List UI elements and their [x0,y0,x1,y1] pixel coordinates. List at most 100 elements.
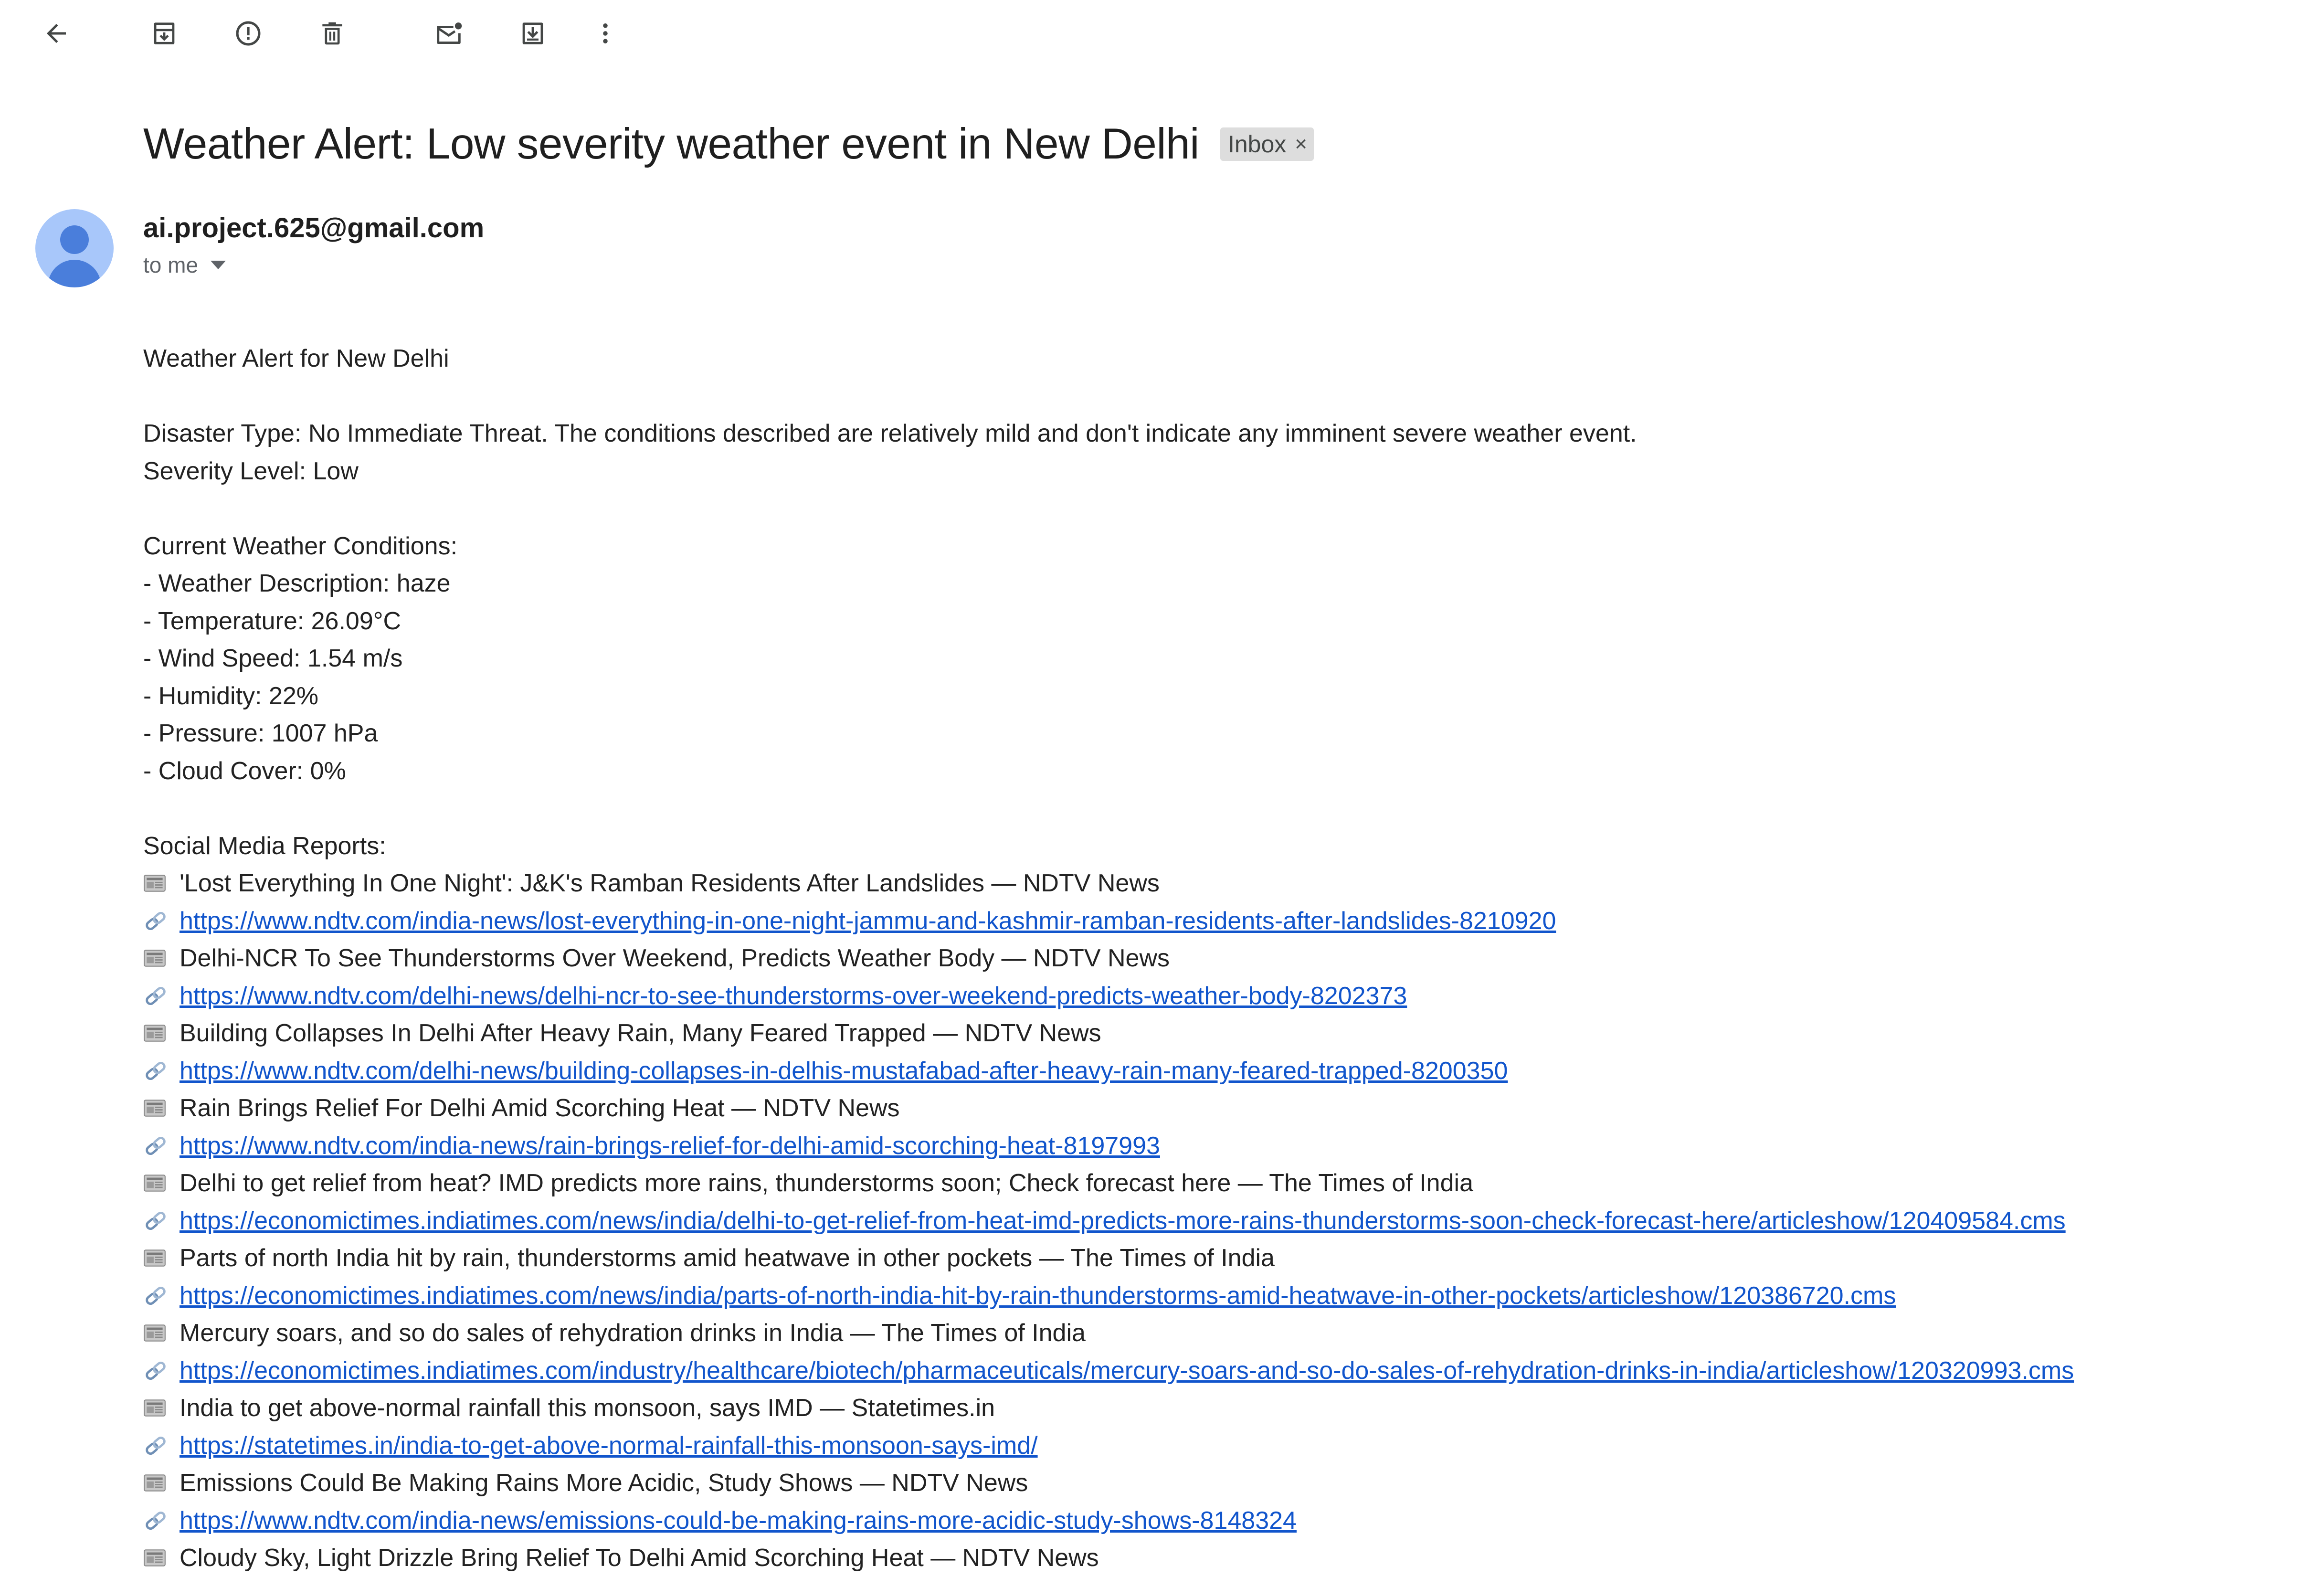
news-link[interactable]: https://www.ndtv.com/india-news/emission… [180,1502,1297,1540]
news-link[interactable]: https://www.ndtv.com/delhi-news/building… [180,1052,1508,1090]
archive-icon [154,22,175,44]
link-emoji [143,1202,174,1240]
newspaper-emoji [143,1539,174,1577]
news-link-row: https://www.ndtv.com/india-news/lost-eve… [143,902,2292,940]
more-options-icon [603,23,608,43]
news-link[interactable]: https://www.ndtv.com/india-news/rain-bri… [180,1127,1160,1165]
condition-pressure: - Pressure: 1007 hPa [143,720,378,747]
news-link-row: https://economictimes.indiatimes.com/ind… [143,1352,2292,1390]
news-link-row: https://economictimes.indiatimes.com/new… [143,1202,2292,1240]
news-headline: Emissions Could Be Making Rains More Aci… [180,1469,1028,1497]
news-headline-row: Cloudy Sky, Light Drizzle Bring Relief T… [143,1539,2292,1577]
link-emoji [143,902,174,940]
back-arrow-icon [47,24,66,43]
news-link-row: https://statetimes.in/india-to-get-above… [143,1427,2292,1465]
back-button[interactable] [34,11,78,55]
link-icon [146,1511,166,1530]
conditions-header: Current Weather Conditions: [143,532,458,560]
delete-icon [322,22,342,45]
alert-heading: Weather Alert for New Delhi [143,345,449,372]
news-headline-row: Rain Brings Relief For Delhi Amid Scorch… [143,1090,2292,1127]
news-headline: Building Collapses In Delhi After Heavy … [180,1019,1101,1047]
news-link-row: https://www.ndtv.com/india-news/rain-bri… [143,1127,2292,1165]
subject-row: Weather Alert: Low severity weather even… [143,111,1314,178]
newspaper-emoji [143,940,174,977]
newspaper-icon [144,1474,166,1492]
email-body: Weather Alert for New Delhi Disaster Typ… [143,340,2292,1577]
condition-cloud-cover: - Cloud Cover: 0% [143,757,346,785]
news-headline-row: Parts of north India hit by rain, thunde… [143,1239,2292,1277]
newspaper-icon [144,1549,166,1566]
newspaper-emoji [143,865,174,902]
more-options-button[interactable] [583,11,627,55]
news-link[interactable]: https://economictimes.indiatimes.com/ind… [180,1352,2074,1390]
report-spam-button[interactable] [226,11,270,55]
news-headline: Rain Brings Relief For Delhi Amid Scorch… [180,1094,900,1122]
toolbar-divider [391,14,393,53]
newspaper-icon [144,950,166,967]
newspaper-icon [144,1175,166,1192]
recipient-text: to me [143,253,199,277]
link-icon [146,986,166,1005]
move-to-button[interactable] [511,11,555,55]
news-link-row: https://www.ndtv.com/india-news/emission… [143,1502,2292,1540]
news-headline-row: Delhi-NCR To See Thunderstorms Over Week… [143,940,2292,977]
archive-button[interactable] [142,11,186,55]
avatar-body-shape [48,260,101,287]
condition-description: - Weather Description: haze [143,570,451,597]
severity-level: Severity Level: Low [143,457,359,485]
disaster-type: Disaster Type: No Immediate Threat. The … [143,420,1637,447]
newspaper-emoji [143,1464,174,1502]
newspaper-emoji [143,1164,174,1202]
news-link[interactable]: https://statetimes.in/india-to-get-above… [180,1427,1038,1465]
news-link[interactable]: https://economictimes.indiatimes.com/new… [180,1277,1896,1315]
label-text: Inbox [1227,131,1287,158]
link-icon [146,1361,166,1380]
newspaper-icon [144,1025,166,1042]
news-headline-row: 'Lost Everything In One Night': J&K's Ra… [143,865,2292,902]
news-link[interactable]: https://economictimes.indiatimes.com/new… [180,1202,2066,1240]
remove-label-icon[interactable]: × [1295,132,1307,156]
recipient-line: to me [143,252,226,278]
news-link-row: https://www.ndtv.com/delhi-news/delhi-nc… [143,977,2292,1015]
news-headline-row: Mercury soars, and so do sales of rehydr… [143,1314,2292,1352]
newspaper-icon [144,1100,166,1117]
sender-email[interactable]: ai.project.625@gmail.com [143,212,484,244]
delete-button[interactable] [310,11,354,55]
newspaper-emoji [143,1090,174,1127]
inbox-label-chip[interactable]: Inbox × [1220,127,1314,161]
news-headline-row: Building Collapses In Delhi After Heavy … [143,1015,2292,1052]
mark-unread-button[interactable] [427,11,471,55]
newspaper-emoji [143,1389,174,1427]
newspaper-icon [144,1249,166,1267]
news-link-row: https://www.ndtv.com/delhi-news/building… [143,1052,2292,1090]
link-emoji [143,1502,174,1540]
link-icon [146,1211,166,1230]
newspaper-icon [144,1324,166,1342]
link-emoji [143,1127,174,1165]
move-to-icon [522,22,543,44]
news-headline: Delhi to get relief from heat? IMD predi… [180,1169,1473,1197]
show-details-dropdown-icon[interactable] [211,261,226,269]
news-headline-row: Delhi to get relief from heat? IMD predi… [143,1164,2292,1202]
news-link-row: https://economictimes.indiatimes.com/new… [143,1277,2292,1315]
news-link[interactable]: https://www.ndtv.com/india-news/lost-eve… [180,902,1556,940]
link-emoji [143,1427,174,1465]
news-headline: Mercury soars, and so do sales of rehydr… [180,1319,1086,1347]
link-emoji [143,1352,174,1390]
news-list: 'Lost Everything In One Night': J&K's Ra… [143,865,2292,1577]
link-emoji [143,977,174,1015]
sender-avatar[interactable] [35,209,114,287]
newspaper-emoji [143,1015,174,1052]
report-spam-icon [236,21,261,46]
newspaper-icon [144,875,166,892]
news-headline-row: India to get above-normal rainfall this … [143,1389,2292,1427]
news-link[interactable]: https://www.ndtv.com/delhi-news/delhi-nc… [180,977,1407,1015]
news-headline: Delhi-NCR To See Thunderstorms Over Week… [180,944,1170,972]
link-icon [146,1061,166,1080]
link-emoji [143,1277,174,1315]
news-headline: India to get above-normal rainfall this … [180,1394,995,1422]
condition-wind-speed: - Wind Speed: 1.54 m/s [143,645,403,672]
